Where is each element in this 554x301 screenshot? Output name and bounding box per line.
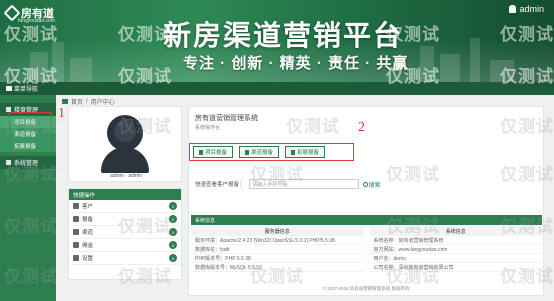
search-button-label: 搜索: [368, 182, 381, 189]
info-row: 数据库名：fydb: [191, 245, 364, 254]
quick-actions-card: 快捷操作 客户 0 报备 0 渠道 0 佣金 0 设置 0: [68, 188, 182, 280]
info-row: 用户名：demo: [369, 254, 542, 263]
count-badge: 0: [169, 254, 177, 262]
banner-subtitle: 专注 · 创新 · 精英 · 责任 · 共赢: [183, 55, 409, 72]
info-row: 官方网站：www.fangyoudao.com: [369, 245, 542, 254]
button-label: 拓展报备: [297, 150, 320, 156]
document-icon: [245, 149, 250, 155]
project-report-button[interactable]: 项目报备: [193, 146, 234, 158]
user-icon: [73, 203, 79, 209]
system-info-column: 系统信息 系统名称：房有道营销管理系统 官方网站：www.fangyoudao.…: [369, 227, 542, 272]
gear-icon: [73, 255, 79, 261]
user-icon: [509, 5, 517, 13]
breadcrumb: 首页 / 用户中心: [62, 97, 115, 106]
count-badge: 0: [169, 241, 177, 249]
breadcrumb-current: 用户中心: [90, 100, 115, 106]
gear-icon: [6, 160, 11, 165]
annotation-number-2: 2: [358, 120, 365, 135]
footer: © 2017-2018 房有道营销管理系统 版权所有: [322, 286, 410, 291]
count-badge: 0: [169, 202, 177, 210]
sidebar-group-system[interactable]: 系统管理: [0, 156, 56, 169]
info-row: PHP版本号：PHP 5.5.38: [191, 254, 364, 263]
search-icon: [362, 181, 368, 187]
report-button-group: 项目报备 渠道报备 拓展报备: [193, 146, 326, 158]
system-info-table: 服务器信息 服务环境：Apache/2.4.23 (Win32) OpenSSL…: [191, 227, 542, 272]
column-title: 系统信息: [369, 227, 542, 236]
info-row: 数据库版本号：MySQL 5.5.53: [191, 263, 364, 272]
document-icon: [73, 216, 79, 222]
quick-item-label: 佣金: [82, 243, 94, 249]
user-name: admin: [519, 4, 544, 14]
list-item[interactable]: 报备 0: [69, 213, 181, 226]
profile-card: admin · admin: [68, 106, 182, 182]
channel-report-button[interactable]: 渠道报备: [239, 146, 280, 158]
main-panel: 房有道营销管理系统 系统操作台 项目报备 渠道报备 拓展报备 快速查看客户报备：…: [188, 106, 544, 296]
menu-icon: [6, 86, 12, 91]
server-info-column: 服务器信息 服务环境：Apache/2.4.23 (Win32) OpenSSL…: [191, 227, 364, 272]
button-label: 渠道报备: [251, 150, 274, 156]
annotation-number-1: 1: [58, 106, 65, 121]
banner-title: 新房渠道营销平台: [163, 20, 404, 51]
sidebar-group-label: 系统管理: [14, 161, 39, 167]
expansion-report-button[interactable]: 拓展报备: [285, 146, 326, 158]
avatar-body: [101, 147, 149, 173]
info-row: 系统名称：房有道营销管理系统: [369, 236, 542, 245]
info-row: 服务环境：Apache/2.4.23 (Win32) OpenSSL/1.0.2…: [191, 236, 364, 245]
avatar: [107, 115, 143, 151]
annotation-box-sidebar: [9, 112, 52, 154]
info-row: 公司名称：深圳房有道营销有限公司: [369, 263, 542, 272]
breadcrumb-separator: /: [86, 98, 88, 105]
top-nav-bar: 菜单导航: [0, 82, 554, 95]
home-icon[interactable]: [62, 99, 68, 104]
list-item[interactable]: 设置 0: [69, 252, 181, 265]
header-banner: 房有道 fangyoudao.com admin 新房渠道营销平台 专注 · 创…: [0, 0, 554, 82]
logo-subtext: fangyoudao.com: [18, 18, 55, 24]
search-label: 快速查看客户报备：: [195, 182, 245, 188]
search-button[interactable]: 搜索: [362, 180, 381, 189]
quick-item-label: 报备: [82, 217, 94, 223]
count-badge: 0: [169, 215, 177, 223]
list-item[interactable]: 渠道 0: [69, 226, 181, 239]
system-info-header: 系统信息: [191, 215, 542, 225]
share-icon: [73, 229, 79, 235]
menu-nav-label: 菜单导航: [14, 87, 39, 93]
document-icon: [291, 149, 296, 155]
breadcrumb-home[interactable]: 首页: [71, 97, 83, 106]
user-menu[interactable]: admin: [509, 4, 544, 14]
search-input[interactable]: 请输入手机号码: [248, 179, 359, 189]
quick-actions-title: 快捷操作: [69, 189, 181, 200]
list-item[interactable]: 客户 0: [69, 200, 181, 213]
button-label: 项目报备: [205, 150, 228, 156]
quick-item-label: 渠道: [82, 230, 94, 236]
count-badge: 0: [169, 228, 177, 236]
profile-name: admin · admin: [110, 173, 142, 179]
quick-item-label: 客户: [82, 204, 94, 210]
system-subtitle: 系统操作台: [195, 125, 221, 131]
quick-search: 快速查看客户报备： 请输入手机号码 搜索: [195, 179, 381, 189]
column-title: 服务器信息: [191, 227, 364, 236]
quick-item-label: 设置: [82, 256, 94, 262]
menu-nav-toggle[interactable]: 菜单导航: [6, 84, 38, 93]
money-icon: [73, 242, 79, 248]
list-item[interactable]: 佣金 0: [69, 239, 181, 252]
system-title: 房有道营销管理系统: [195, 115, 258, 122]
document-icon: [199, 149, 203, 155]
